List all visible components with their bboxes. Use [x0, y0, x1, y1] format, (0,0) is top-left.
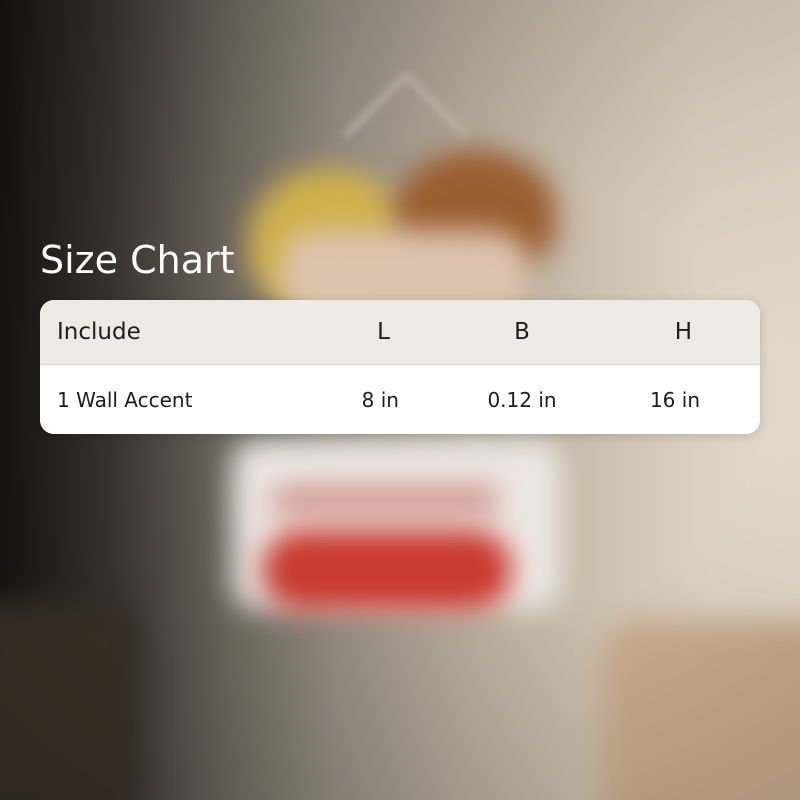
- size-chart-title: Size Chart: [40, 238, 235, 282]
- table-row: 1 Wall Accent 8 in 0.12 in 16 in: [40, 365, 760, 434]
- header-include: Include: [57, 319, 141, 345]
- header-length: L: [377, 319, 390, 345]
- size-chart-table: Include L B H 1 Wall Accent 8 in 0.12 in…: [40, 300, 760, 434]
- header-breadth: B: [514, 319, 530, 345]
- cell-breadth: 0.12 in: [487, 387, 557, 412]
- cell-length: 8 in: [361, 387, 399, 412]
- table-header-row: Include L B H: [40, 300, 760, 365]
- header-height: H: [674, 319, 692, 345]
- cell-height: 16 in: [649, 387, 700, 412]
- cell-include: 1 Wall Accent: [57, 387, 193, 412]
